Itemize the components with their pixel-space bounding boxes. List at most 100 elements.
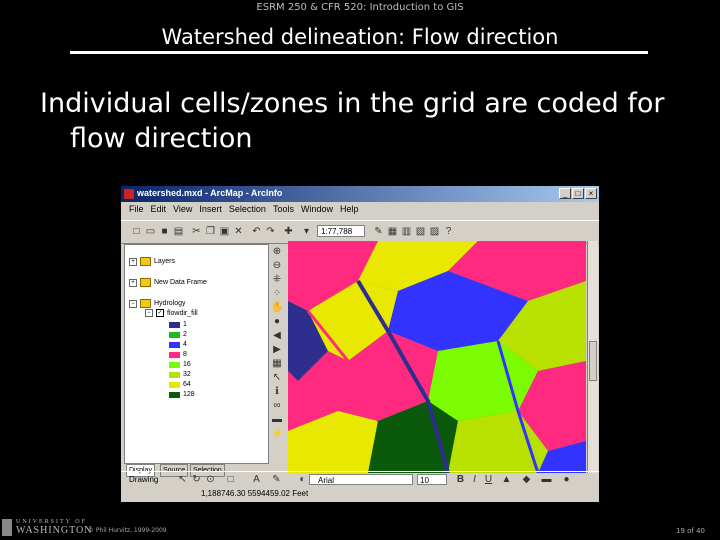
legend-item: 4	[169, 341, 187, 348]
undo-icon[interactable]: ↶	[251, 226, 262, 237]
map-vertical-scrollbar[interactable]	[587, 241, 598, 473]
hyperlink-icon[interactable]: ⚡	[271, 428, 283, 440]
bullet-line-2: flow direction	[70, 123, 253, 154]
legend-swatch	[169, 391, 180, 398]
map-coordinates: 1,188746.30 5594459.02 Feet	[201, 489, 309, 498]
page-number: 19 of 40	[675, 527, 705, 535]
drawing-menu-button[interactable]: Drawing	[129, 475, 158, 484]
slide-title: Watershed delineation: Flow direction	[161, 25, 559, 49]
arctoolbox-icon[interactable]: ▦	[387, 226, 398, 237]
menu-edit[interactable]: Edit	[151, 204, 167, 218]
legend-swatch	[169, 351, 180, 358]
copy-icon[interactable]: ❐	[205, 226, 216, 237]
collapse-minus-icon[interactable]: −	[129, 299, 137, 308]
toc-layer-hydrology[interactable]: − Hydrology	[129, 299, 186, 308]
maximize-button[interactable]: □	[572, 188, 584, 199]
bullet-line-1: Individual cells/zones in the grid are c…	[40, 88, 665, 119]
print-icon[interactable]: ▤	[173, 226, 184, 237]
pan-hand-icon[interactable]: ✋	[271, 302, 283, 314]
select-arrow-icon[interactable]: ↖	[177, 474, 188, 485]
expand-plus-icon[interactable]: +	[129, 278, 137, 287]
rotate-icon[interactable]: ↻	[191, 474, 202, 485]
zoom-whole-page-icon[interactable]: ⊙	[205, 474, 216, 485]
layers-icon	[140, 278, 151, 287]
menu-selection[interactable]: Selection	[229, 204, 266, 218]
cut-icon[interactable]: ✂	[191, 226, 202, 237]
menu-window[interactable]: Window	[301, 204, 333, 218]
legend-item: 8	[169, 351, 187, 358]
italic-icon[interactable]: I	[469, 474, 480, 485]
legend-swatch	[169, 331, 180, 338]
line-color-icon[interactable]: ▬	[541, 474, 552, 485]
open-folder-icon[interactable]: ▭	[145, 226, 156, 237]
select-features-icon[interactable]: ▦	[271, 358, 283, 370]
catalog-icon[interactable]: ▨	[429, 226, 440, 237]
fixed-zoom-out-icon[interactable]: ⁘	[271, 288, 283, 300]
font-name-field[interactable]: Arial	[309, 474, 413, 485]
edit-vertices-icon[interactable]: ✎	[271, 474, 282, 485]
collapse-minus-icon[interactable]: −	[145, 309, 153, 317]
redo-icon[interactable]: ↷	[265, 226, 276, 237]
paste-icon[interactable]: ▣	[219, 226, 230, 237]
model-builder-icon[interactable]: ▧	[415, 226, 426, 237]
menu-tools[interactable]: Tools	[273, 204, 294, 218]
map-display[interactable]	[288, 241, 586, 473]
underline-icon[interactable]: U	[483, 474, 494, 485]
fill-color-icon[interactable]: ◆	[521, 474, 532, 485]
save-icon[interactable]: ■	[159, 226, 170, 237]
toc-layer-flowdir[interactable]: − ✓ flowdir_fill	[145, 309, 198, 317]
delete-icon[interactable]: ✕	[233, 226, 244, 237]
fixed-zoom-in-icon[interactable]: ⁜	[271, 274, 283, 286]
font-color-icon[interactable]: ◐	[297, 474, 308, 485]
uw-w-mark-icon	[2, 519, 12, 536]
menu-insert[interactable]: Insert	[199, 204, 222, 218]
washington-text: WASHINGTON	[16, 525, 93, 536]
identify-icon[interactable]: ℹ	[271, 386, 283, 398]
legend-swatch	[169, 381, 180, 388]
course-header: ESRM 250 & CFR 520: Introduction to GIS	[256, 2, 464, 13]
editor-toolbar-icon[interactable]: ✎	[373, 226, 384, 237]
font-color-picker-icon[interactable]: ▲	[501, 474, 512, 485]
scrollbar-thumb[interactable]	[589, 341, 597, 381]
menu-file[interactable]: File	[129, 204, 144, 218]
forward-arrow-icon[interactable]: ▶	[271, 344, 283, 356]
toc-layer-new-data-frame[interactable]: + New Data Frame	[129, 278, 207, 287]
scale-dropdown-icon[interactable]: ▾	[301, 226, 312, 237]
text-tool-icon[interactable]: A	[251, 474, 262, 485]
menu-help[interactable]: Help	[340, 204, 359, 218]
zoom-in-icon[interactable]: ⊕	[271, 246, 283, 258]
minimize-button[interactable]: _	[559, 188, 571, 199]
bold-icon[interactable]: B	[455, 474, 466, 485]
marker-color-icon[interactable]: ●	[561, 474, 572, 485]
menu-bar: File Edit View Insert Selection Tools Wi…	[121, 204, 599, 218]
toc-layer-layers[interactable]: + Layers	[129, 257, 175, 266]
legend-item: 32	[169, 371, 191, 378]
layer-visibility-checkbox[interactable]: ✓	[156, 309, 164, 317]
select-elements-arrow-icon[interactable]: ↖	[271, 372, 283, 384]
find-binoculars-icon[interactable]: ∞	[271, 400, 283, 412]
title-underline	[70, 51, 648, 54]
legend-swatch	[169, 321, 180, 328]
full-extent-globe-icon[interactable]: ●	[271, 316, 283, 328]
university-logo: UNIVERSITY OF WASHINGTON	[2, 519, 92, 536]
map-scale-field[interactable]: 1:77,788	[317, 225, 365, 237]
bullet-point: Individual cells/zones in the grid are c…	[40, 86, 690, 156]
close-button[interactable]: ×	[585, 188, 597, 199]
zoom-out-icon[interactable]: ⊖	[271, 260, 283, 272]
legend-item: 128	[169, 391, 195, 398]
expand-plus-icon[interactable]: +	[129, 257, 137, 266]
rectangle-tool-icon[interactable]: □	[225, 474, 236, 485]
menu-view[interactable]: View	[173, 204, 192, 218]
command-line-icon[interactable]: ▥	[401, 226, 412, 237]
legend-swatch	[169, 341, 180, 348]
flow-direction-grid	[288, 241, 586, 473]
back-arrow-icon[interactable]: ◀	[271, 330, 283, 342]
window-titlebar[interactable]: watershed.mxd - ArcMap - ArcInfo _ □ ×	[121, 186, 599, 202]
new-document-icon[interactable]: □	[131, 226, 142, 237]
font-size-field[interactable]: 10	[417, 474, 447, 485]
add-data-icon[interactable]: ✚	[283, 226, 294, 237]
measure-ruler-icon[interactable]: ▬	[271, 414, 283, 426]
layers-icon	[140, 299, 151, 308]
whats-this-icon[interactable]: ?	[443, 226, 454, 237]
legend-item: 1	[169, 321, 187, 328]
